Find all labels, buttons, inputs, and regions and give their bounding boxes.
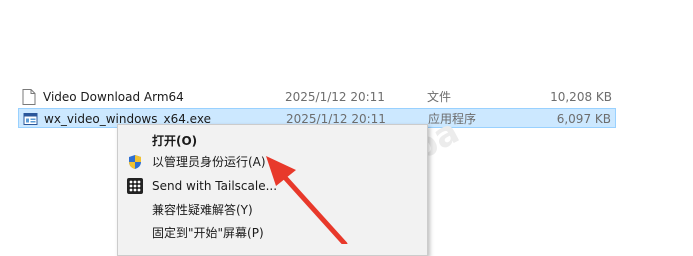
file-row-video-download-arm64[interactable]: Video Download Arm64 2025/1/12 20:11 文件 … [18,87,616,107]
uac-shield-icon [129,155,141,169]
file-type: 应用程序 [428,112,477,126]
context-menu: 打开(O) 以管理员身份运行(A) Send with Tailscale...… [117,124,428,256]
menu-item-label: Send with Tailscale... [152,179,278,193]
file-name: Video Download Arm64 [43,90,184,104]
tailscale-icon [127,178,143,194]
file-size: 6,097 KB [556,112,611,126]
menu-item-pin-to-start[interactable]: 固定到"开始"屏幕(P) [118,221,427,245]
menu-item-label: 固定到"开始"屏幕(P) [152,226,264,240]
exe-app-icon [23,113,38,125]
menu-item-run-as-admin[interactable]: 以管理员身份运行(A) [118,150,427,174]
file-date: 2025/1/12 20:11 [285,90,385,104]
menu-item-label: 以管理员身份运行(A) [152,155,266,169]
file-size: 10,208 KB [550,90,612,104]
file-type: 文件 [427,90,452,104]
menu-item-compatibility-troubleshoot[interactable]: 兼容性疑难解答(Y) [118,198,427,222]
menu-item-label: 兼容性疑难解答(Y) [152,203,253,217]
menu-item-send-with-tailscale[interactable]: Send with Tailscale... [118,174,427,198]
generic-file-icon [22,89,36,105]
